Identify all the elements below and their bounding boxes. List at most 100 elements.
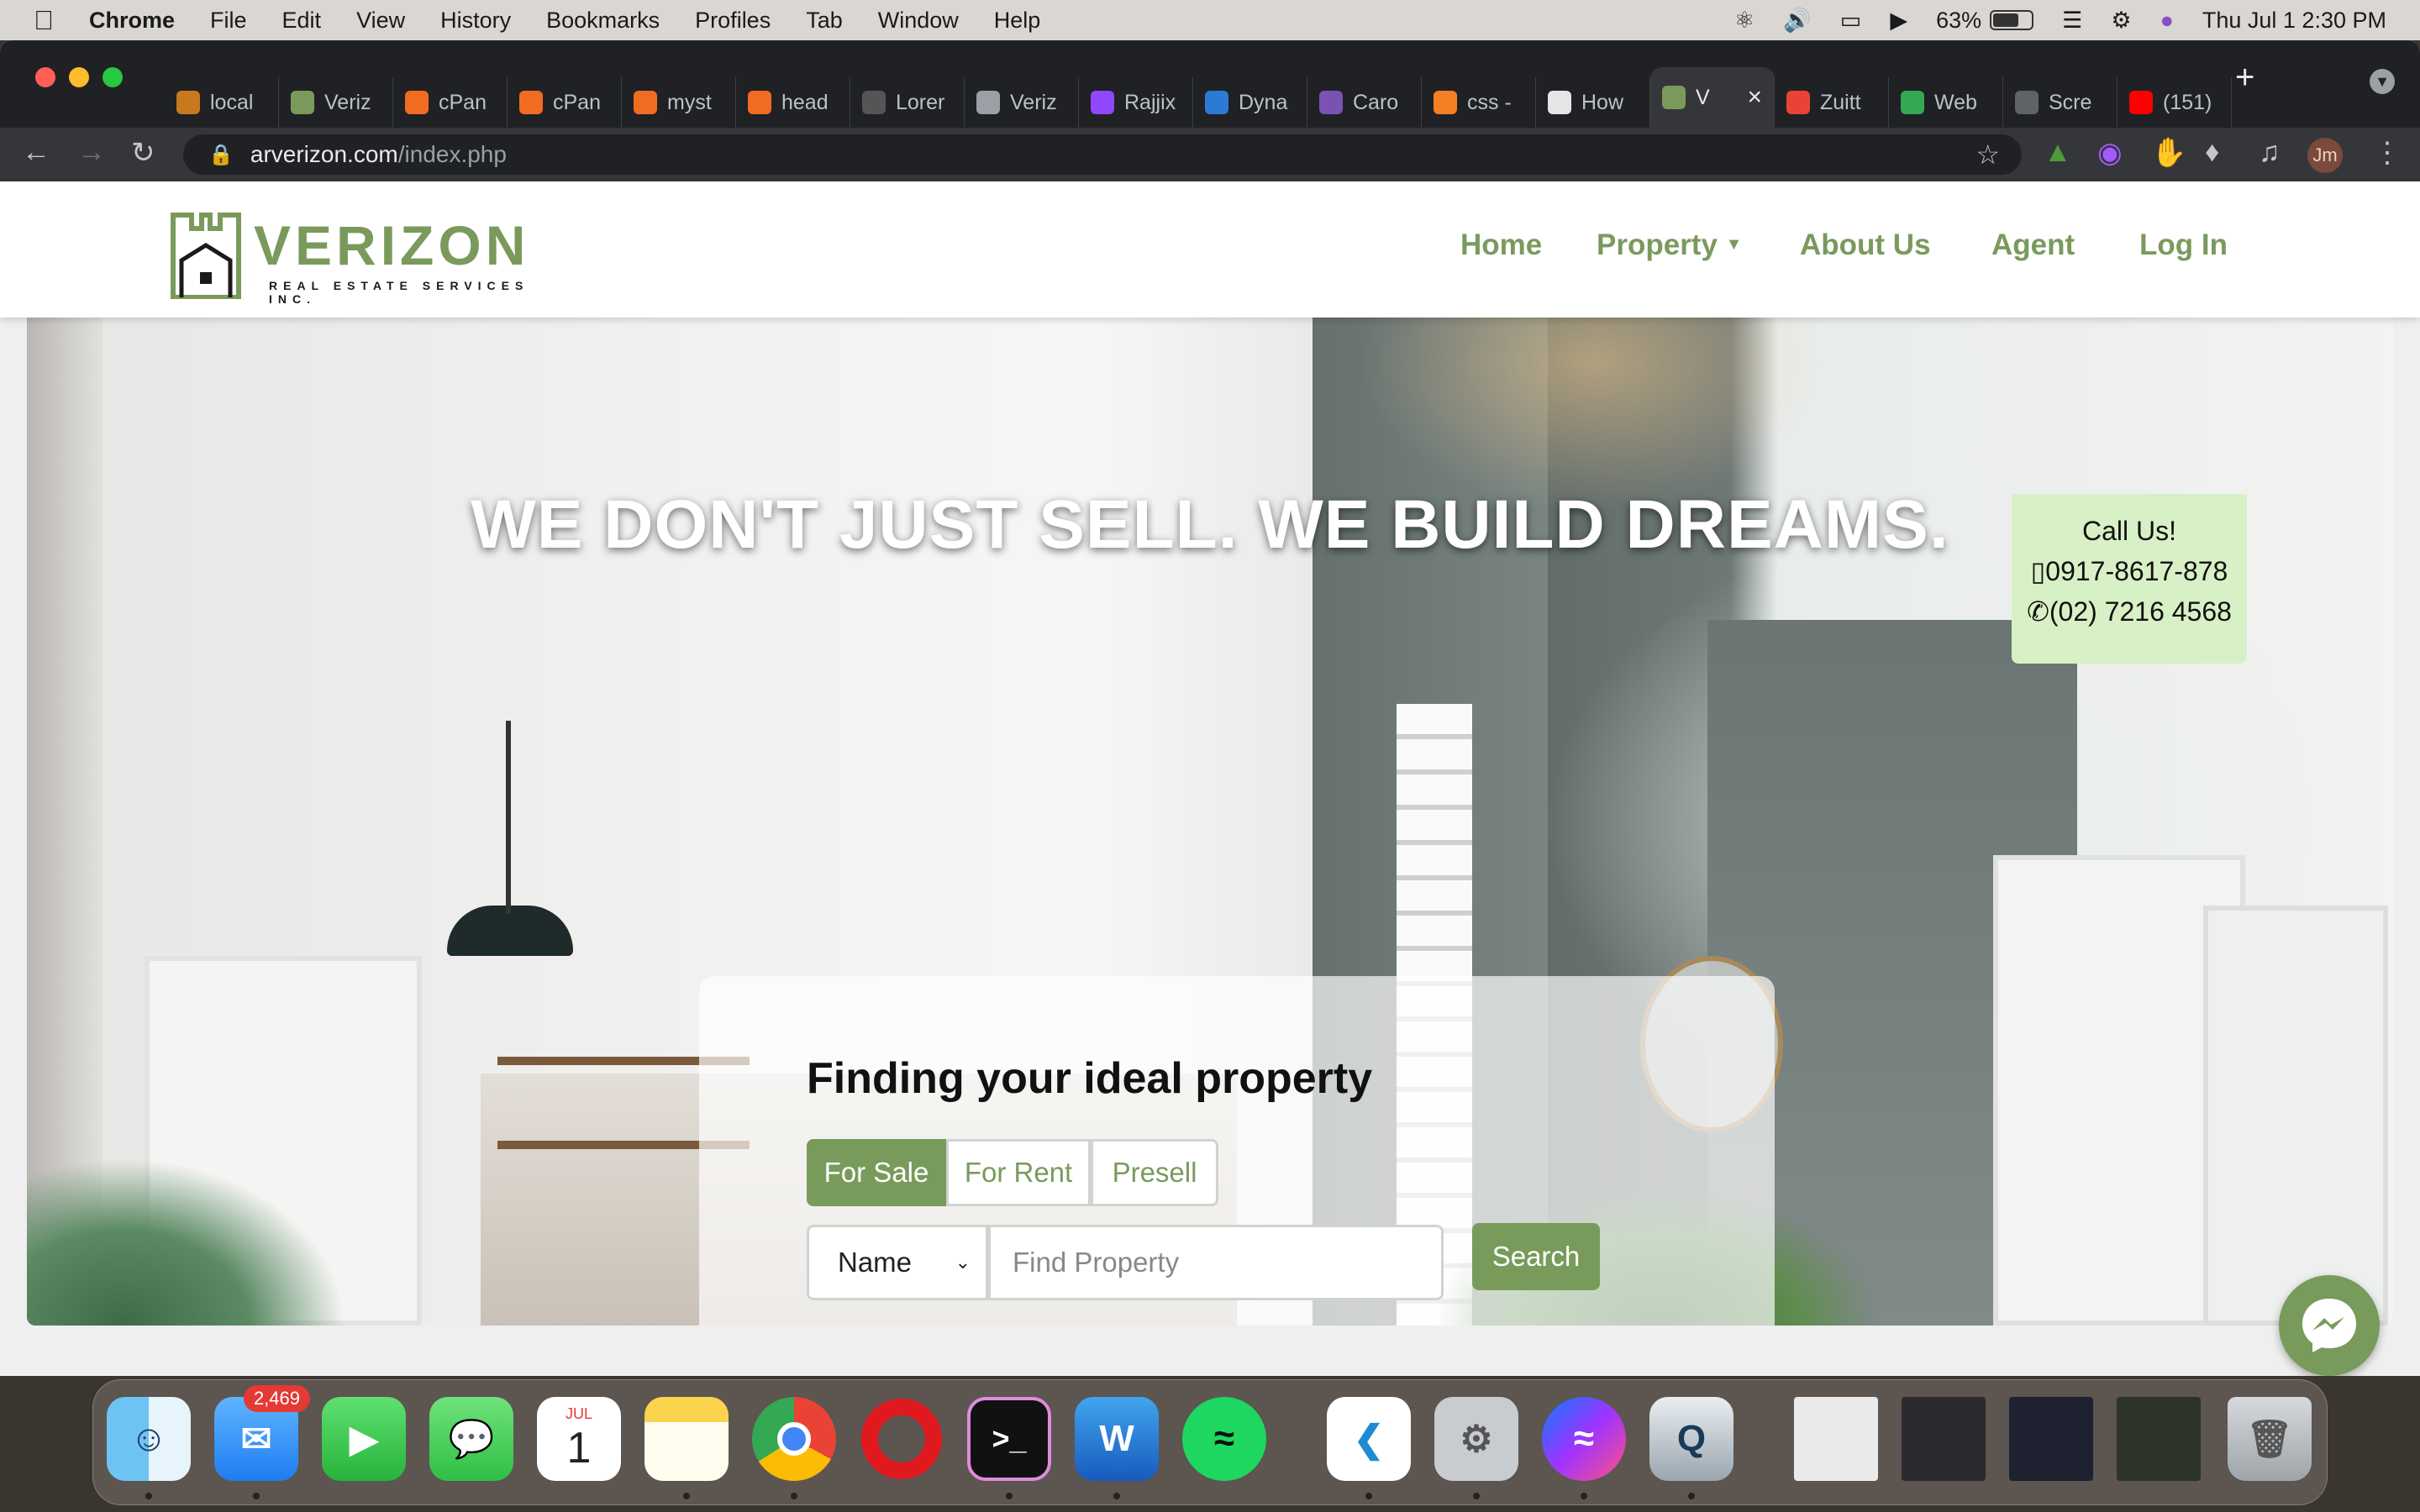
extensions-puzzle-icon[interactable]: ♦: [2205, 136, 2219, 169]
forward-icon[interactable]: →: [77, 136, 106, 169]
menu-edit[interactable]: Edit: [282, 8, 322, 34]
quicktime-icon[interactable]: Q: [1649, 1397, 1733, 1481]
menu-bookmarks[interactable]: Bookmarks: [546, 8, 660, 34]
app-menu[interactable]: Chrome: [89, 8, 175, 34]
browser-tab[interactable]: cPan: [508, 77, 622, 128]
menu-view[interactable]: View: [356, 8, 405, 34]
browser-tab[interactable]: css -: [1422, 77, 1536, 128]
search-title: Finding your ideal property: [807, 1054, 1373, 1103]
nav-login[interactable]: Log In: [2139, 228, 2228, 262]
creative-cloud-icon[interactable]: ⚛: [1734, 8, 1754, 34]
browser-tab[interactable]: How: [1536, 77, 1650, 128]
chrome-icon[interactable]: [752, 1397, 836, 1481]
calendar-icon[interactable]: JUL 1: [537, 1397, 621, 1481]
tab-favicon-icon: [976, 91, 1000, 114]
new-tab-button[interactable]: +: [2235, 59, 2254, 97]
browser-tab[interactable]: Rajjix: [1079, 77, 1193, 128]
opera-icon[interactable]: [860, 1397, 944, 1481]
browser-tab[interactable]: Web: [1889, 77, 2003, 128]
search-field-selected: Name: [838, 1247, 913, 1278]
recent-window-thumbnail-4[interactable]: [2117, 1397, 2201, 1481]
nav-property[interactable]: Property ▼: [1597, 228, 1742, 262]
volume-icon[interactable]: 🔊: [1783, 7, 1812, 34]
logo-building-icon: [171, 213, 241, 299]
facetime-icon[interactable]: ▶: [322, 1397, 406, 1481]
trash-icon[interactable]: 🗑: [2228, 1397, 2312, 1481]
browser-tab[interactable]: myst: [622, 77, 736, 128]
address-bar[interactable]: 🔒 arverizon.com/index.php ☆: [183, 134, 2022, 175]
browser-tab[interactable]: local: [165, 77, 279, 128]
mail-badge: 2,469: [243, 1385, 310, 1412]
back-icon[interactable]: ←: [22, 136, 50, 169]
browser-tab[interactable]: Scre: [2003, 77, 2118, 128]
extension-hand-icon[interactable]: ✋: [2151, 136, 2186, 170]
call-landline[interactable]: (02) 7216 4568: [2049, 596, 2232, 627]
menu-window[interactable]: Window: [878, 8, 959, 34]
spotify-icon[interactable]: ≈: [1182, 1397, 1266, 1481]
browser-window: local Veriz cPan cPan myst head Lorer Veriz Rajj…: [0, 40, 2420, 1376]
system-preferences-icon[interactable]: ⚙: [1434, 1397, 1518, 1481]
media-control-icon[interactable]: ♫: [2259, 136, 2281, 169]
tab-for-sale[interactable]: For Sale: [807, 1139, 946, 1206]
messenger-app-icon[interactable]: ≈: [1542, 1397, 1626, 1481]
browser-tab[interactable]: Caro: [1307, 77, 1422, 128]
menu-help[interactable]: Help: [994, 8, 1041, 34]
menu-profiles[interactable]: Profiles: [695, 8, 771, 34]
siri-icon[interactable]: ●: [2160, 8, 2174, 34]
recent-window-thumbnail-1[interactable]: [1794, 1397, 1878, 1481]
profile-avatar[interactable]: Jm: [2307, 138, 2343, 173]
battery-icon[interactable]: [1990, 10, 2034, 30]
messages-icon[interactable]: 💬: [429, 1397, 513, 1481]
menu-history[interactable]: History: [440, 8, 511, 34]
chrome-menu-icon[interactable]: ⋮: [2373, 136, 2402, 170]
zoom-window-button[interactable]: [103, 67, 123, 87]
menu-tab[interactable]: Tab: [806, 8, 843, 34]
minimize-window-button[interactable]: [69, 67, 89, 87]
close-tab-icon[interactable]: ×: [1747, 83, 1762, 112]
vscode-icon[interactable]: ❮: [1327, 1397, 1411, 1481]
tab-for-rent[interactable]: For Rent: [946, 1139, 1091, 1206]
control-center-icon[interactable]: ⚙: [2111, 8, 2131, 34]
search-button[interactable]: Search: [1472, 1223, 1600, 1290]
tab-search-icon[interactable]: ▼: [2370, 69, 2395, 94]
close-window-button[interactable]: [35, 67, 55, 87]
find-property-input[interactable]: Find Property: [988, 1225, 1444, 1300]
recent-window-thumbnail-2[interactable]: [1902, 1397, 1986, 1481]
messenger-chat-button[interactable]: [2279, 1275, 2380, 1376]
wifi-icon[interactable]: ☰: [2062, 8, 2082, 34]
search-field-select[interactable]: Name ⌄: [807, 1225, 988, 1300]
word-icon[interactable]: W: [1075, 1397, 1159, 1481]
browser-tab[interactable]: head: [736, 77, 850, 128]
recent-window-thumbnail-3[interactable]: [2009, 1397, 2093, 1481]
tab-favicon-icon: [634, 91, 657, 114]
lock-icon[interactable]: 🔒: [208, 143, 234, 167]
site-logo[interactable]: VERIZON REAL ESTATE SERVICES INC.: [170, 210, 556, 306]
clock[interactable]: Thu Jul 1 2:30 PM: [2202, 8, 2386, 34]
browser-tab[interactable]: Veriz: [279, 77, 393, 128]
browser-tab[interactable]: Lorer: [850, 77, 965, 128]
terminal-icon[interactable]: >_: [967, 1397, 1051, 1481]
extension-purple-icon[interactable]: ◉: [2097, 136, 2123, 170]
notes-icon[interactable]: [644, 1397, 729, 1481]
tab-favicon-icon: [1434, 91, 1457, 114]
browser-tab[interactable]: cPan: [393, 77, 508, 128]
apple-icon[interactable]: : [34, 5, 54, 36]
display-icon[interactable]: ▭: [1840, 8, 1862, 34]
browser-tab[interactable]: Dyna: [1193, 77, 1307, 128]
nav-agent[interactable]: Agent: [1991, 228, 2075, 262]
browser-tab[interactable]: (151): [2118, 77, 2232, 128]
menu-file[interactable]: File: [210, 8, 247, 34]
extension-tree-icon[interactable]: ▲: [2044, 136, 2072, 169]
nav-home[interactable]: Home: [1460, 228, 1542, 262]
reload-icon[interactable]: ↻: [131, 136, 155, 170]
hero-headline: WE DON'T JUST SELL. WE BUILD DREAMS.: [471, 486, 1949, 563]
nav-about[interactable]: About Us: [1800, 228, 1931, 262]
bookmark-star-icon[interactable]: ☆: [1975, 139, 2000, 171]
finder-icon[interactable]: ☺: [107, 1397, 191, 1481]
tab-presell[interactable]: Presell: [1091, 1139, 1218, 1206]
mail-icon[interactable]: ✉ 2,469: [214, 1385, 310, 1481]
browser-tab[interactable]: Veriz: [965, 77, 1079, 128]
browser-tab[interactable]: Zuitt: [1775, 77, 1889, 128]
play-icon[interactable]: ▶: [1890, 8, 1907, 34]
browser-tab[interactable]: V ×: [1650, 67, 1775, 128]
